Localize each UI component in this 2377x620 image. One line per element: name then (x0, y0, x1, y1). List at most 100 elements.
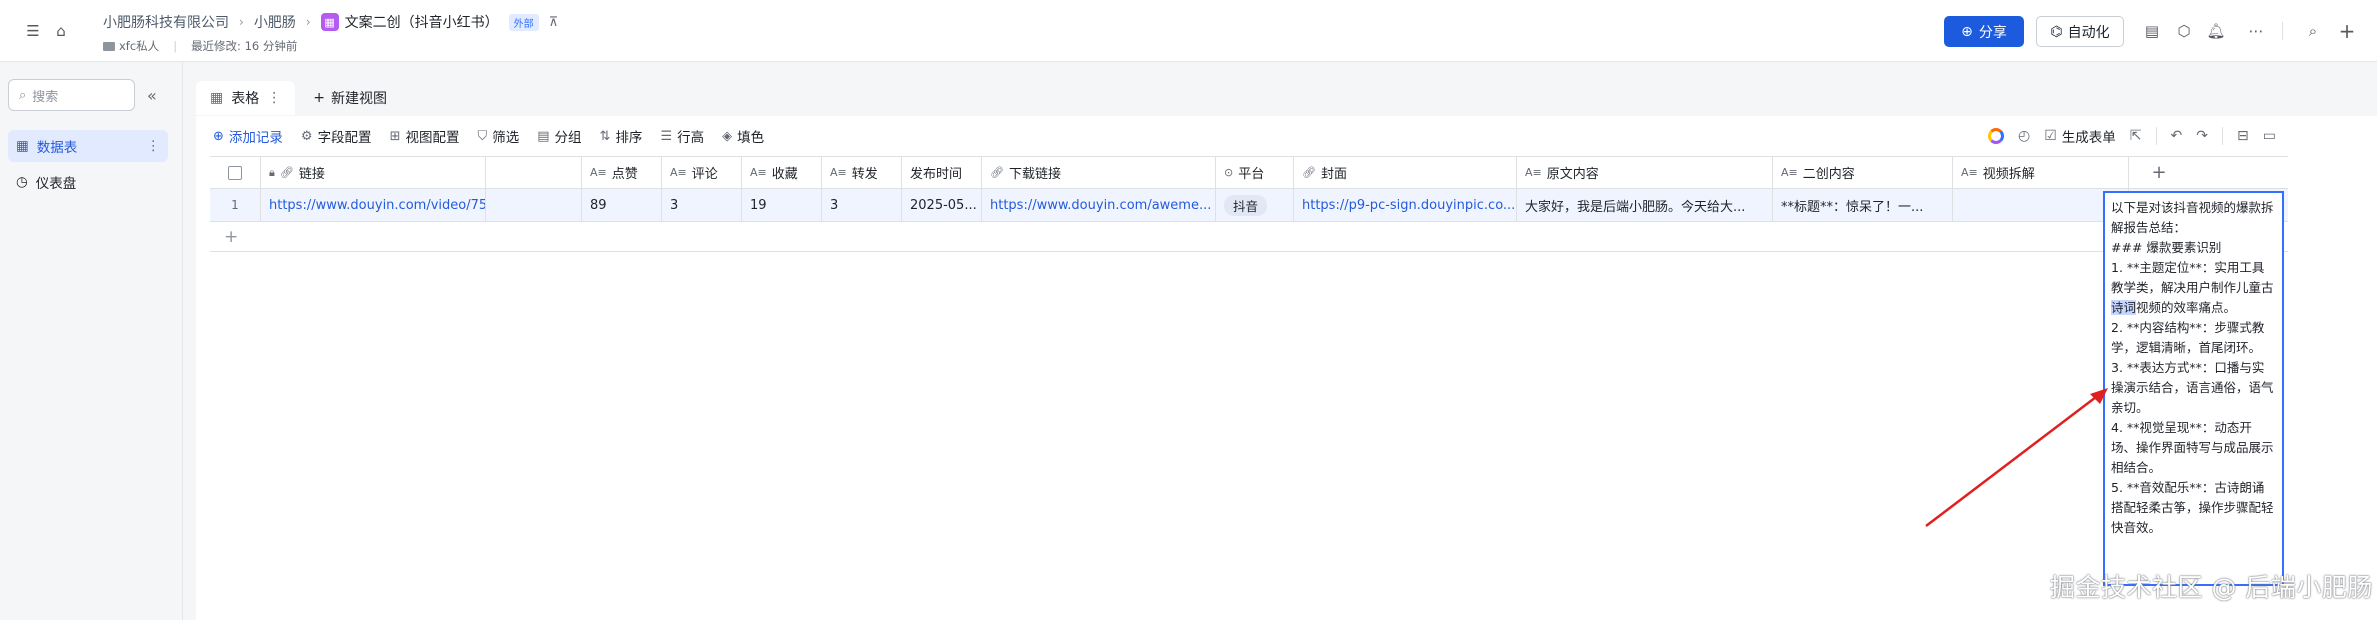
doc-info-icon[interactable]: ▤ (2141, 20, 2163, 42)
row-height-button[interactable]: ☰ 行高 (660, 126, 704, 147)
view-toolbar: ⊕ 添加记录 ⚙ 字段配置 ⊞ 视图配置 ⛉ 筛选 ▤ 分组 ⇅ 排序 ☰ 行高 ◈ 填色 (213, 124, 764, 148)
col-header-favorites[interactable]: A≡ 收藏 (742, 157, 822, 188)
col-header-shares[interactable]: A≡ 转发 (822, 157, 902, 188)
layout-icon[interactable]: ⊟ (2237, 128, 2249, 144)
link-field-icon: 🔗︎ (1302, 166, 1316, 179)
fill-color-button[interactable]: ◈ 填色 (722, 126, 764, 147)
table-icon: ▦ (16, 138, 29, 154)
col-header-link[interactable]: 🔒︎ 🔗︎ 链接 (261, 157, 486, 188)
gear-icon: ⚙ (300, 128, 313, 144)
pin-icon[interactable]: ⊼ (549, 15, 559, 30)
col-header-rewrite[interactable]: A≡ 二创内容 (1773, 157, 1953, 188)
tab-grid-view[interactable]: ▦ 表格 ⋮ (196, 81, 296, 115)
col-header-cover[interactable]: 🔗︎ 封面 (1294, 157, 1517, 188)
search-icon[interactable]: ⌕ (2302, 20, 2324, 42)
cell-original[interactable]: 大家好，我是后端小肥肠。今天给大... (1517, 189, 1773, 221)
text-field-icon: A≡ (670, 166, 687, 179)
new-view-button[interactable]: + 新建视图 (305, 88, 395, 108)
text-field-icon: A≡ (1525, 166, 1542, 179)
text-field-icon: A≡ (830, 166, 847, 179)
col-header-publish-time[interactable]: 发布时间 (902, 157, 982, 188)
col-header-comments[interactable]: A≡ 评论 (662, 157, 742, 188)
field-config-button[interactable]: ⚙ 字段配置 (300, 126, 372, 147)
plus-icon: + (313, 90, 325, 106)
checkbox[interactable] (228, 165, 242, 180)
plus-circle-icon: ⊕ (213, 128, 224, 144)
row-index: 1 (210, 189, 261, 221)
add-record-button[interactable]: ⊕ 添加记录 (213, 126, 283, 147)
collapse-sidebar-icon[interactable]: « (147, 86, 157, 105)
grid-header: 🔒︎ 🔗︎ 链接 A≡ 点赞 A≡ 评论 A≡ 收藏 A≡ 转发 发布时间 🔗︎ 下载链接 ⊙… (210, 156, 2288, 189)
link-field-icon: 🔗︎ (990, 166, 1004, 179)
cell-shares[interactable]: 3 (822, 189, 902, 221)
share-view-icon[interactable]: ⇱ (2130, 128, 2142, 144)
col-header-blank[interactable] (486, 157, 582, 188)
group-button[interactable]: ▤ 分组 (537, 126, 581, 147)
col-header-original[interactable]: A≡ 原文内容 (1517, 157, 1773, 188)
col-header-download-link[interactable]: 🔗︎ 下载链接 (982, 157, 1216, 188)
folder-location[interactable]: xfc私人 (103, 38, 159, 54)
globe-icon: ⊕ (1961, 23, 1973, 40)
col-header-platform[interactable]: ⊙ 平台 (1216, 157, 1294, 188)
breakdown-text-before: 以下是对该抖音视频的爆款拆解报告总结： ### 爆款要素识别 1. **主题定位… (2111, 200, 2274, 295)
arrow-head (2090, 388, 2108, 404)
cell-download-link[interactable]: https://www.douyin.com/aweme... (982, 189, 1216, 221)
view-settings-icon: ⊞ (389, 128, 401, 144)
sort-button[interactable]: ⇅ 排序 (600, 126, 643, 147)
link-field-icon: 🔗︎ (279, 166, 294, 179)
add-icon[interactable]: + (2336, 19, 2358, 43)
more-vertical-icon[interactable]: ⋮ (267, 90, 281, 106)
select-all-checkbox[interactable] (210, 157, 261, 188)
text-field-icon: A≡ (590, 166, 607, 179)
plugin-icon[interactable]: ⬡ (2173, 20, 2195, 42)
folder-icon (103, 42, 115, 51)
last-modified: 最近修改: 16 分钟前 (191, 39, 298, 53)
table-row[interactable]: 1 https://www.douyin.com/video/750839254… (210, 189, 2288, 222)
cell-cover[interactable]: https://p9-pc-sign.douyinpic.co... (1294, 189, 1517, 221)
history-icon[interactable]: ◴ (2018, 128, 2030, 144)
divider (2155, 127, 2157, 145)
sidebar-item-table[interactable]: ▦ 数据表 ⋮ (8, 130, 168, 162)
robot-icon: ⌬ (2050, 23, 2063, 40)
cell-link[interactable]: https://www.douyin.com/video/75083925441… (261, 189, 486, 221)
col-header-breakdown[interactable]: A≡ 视频拆解 (1953, 157, 2129, 188)
cell-favorites[interactable]: 19 (742, 189, 822, 221)
breadcrumb-workspace[interactable]: 小肥肠科技有限公司 (103, 12, 229, 32)
doc-title[interactable]: 文案二创（抖音小红书） (345, 12, 499, 32)
cell-blank[interactable] (486, 189, 582, 221)
search-input[interactable]: ⌕ 搜索 (8, 79, 135, 111)
share-button[interactable]: ⊕ 分享 (1944, 16, 2024, 47)
more-icon[interactable]: ⋯ (2245, 20, 2267, 42)
comment-icon[interactable]: ▭ (2263, 128, 2276, 144)
view-config-button[interactable]: ⊞ 视图配置 (389, 126, 460, 147)
cell-comments[interactable]: 3 (662, 189, 742, 221)
text-field-icon: A≡ (1961, 166, 1978, 179)
annotation-arrow (1925, 388, 2108, 527)
ai-assistant-icon[interactable] (1988, 128, 2004, 144)
search-icon: ⌕ (19, 87, 27, 103)
form-icon: ☑ (2044, 128, 2057, 144)
add-row-button[interactable]: + (210, 222, 2288, 252)
sidebar: ⌕ 搜索 « ▦ 数据表 ⋮ ◷ 仪表盘 (0, 62, 183, 620)
home-icon[interactable]: ⌂ (50, 20, 72, 42)
expanded-cell-editor[interactable]: 以下是对该抖音视频的爆款拆解报告总结： ### 爆款要素识别 1. **主题定位… (2103, 191, 2284, 586)
automation-button[interactable]: ⌬ 自动化 (2036, 16, 2124, 47)
menu-collapse-icon[interactable]: ☰ (22, 20, 44, 42)
cell-platform[interactable]: 抖音 (1216, 189, 1294, 221)
add-field-button[interactable]: + (2129, 157, 2189, 188)
text-field-icon: A≡ (750, 166, 767, 179)
view-tabs: ▦ 表格 ⋮ + 新建视图 (196, 80, 395, 116)
meta-divider: | (173, 39, 178, 53)
bell-icon[interactable]: 🔔︎ (2205, 20, 2227, 42)
sidebar-item-dashboard[interactable]: ◷ 仪表盘 (8, 166, 168, 198)
cell-rewrite[interactable]: **标题**：惊呆了！一... (1773, 189, 1953, 221)
redo-icon[interactable]: ↷ (2196, 128, 2208, 144)
breadcrumb-folder[interactable]: 小肥肠 (254, 12, 296, 32)
more-vertical-icon[interactable]: ⋮ (147, 138, 161, 154)
filter-button[interactable]: ⛉ 筛选 (477, 126, 519, 147)
generate-form-button[interactable]: ☑ 生成表单 (2044, 126, 2116, 146)
undo-icon[interactable]: ↶ (2171, 128, 2183, 144)
cell-publish-time[interactable]: 2025-05... (902, 189, 982, 221)
cell-likes[interactable]: 89 (582, 189, 662, 221)
col-header-likes[interactable]: A≡ 点赞 (582, 157, 662, 188)
